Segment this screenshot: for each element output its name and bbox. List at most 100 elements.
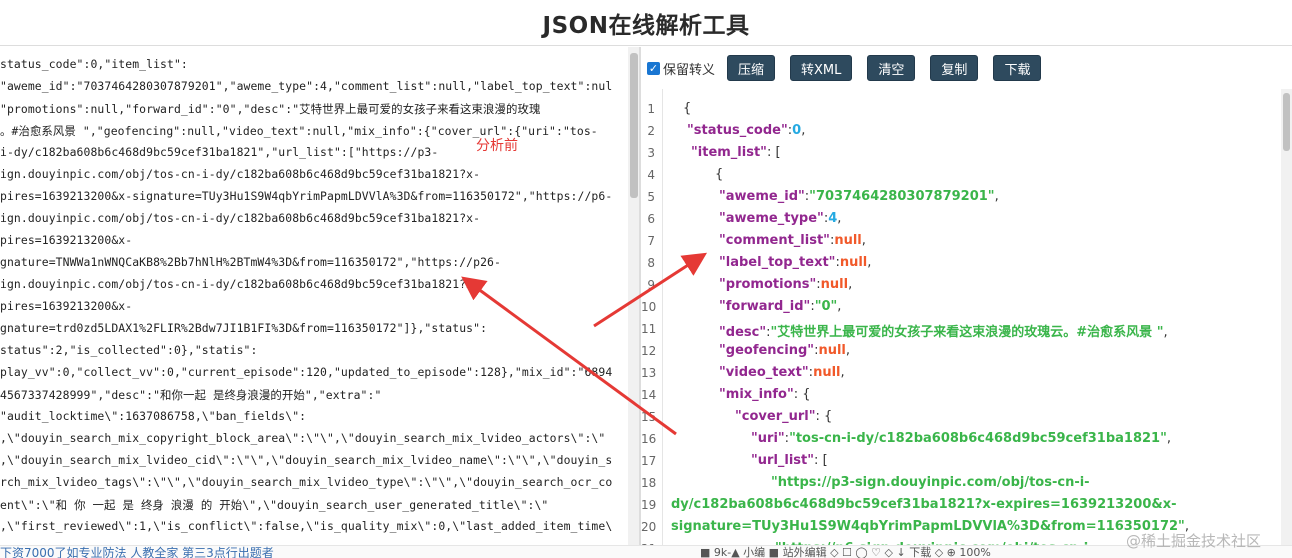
raw-line: pires=1639213200&x-signature=TUy3Hu1S9W4… (0, 189, 613, 203)
token-t: , (801, 123, 806, 138)
formatted-json-editor[interactable]: 123456789101112131415161718192021 {"stat… (641, 89, 1281, 545)
token-k: "uri" (751, 431, 785, 446)
token-n: 4 (828, 211, 838, 226)
line-number: 2 (647, 124, 655, 138)
keep-escape-checkbox[interactable]: ✓ (647, 61, 660, 75)
token-n: 0 (792, 123, 802, 138)
left-scrollbar-thumb[interactable] (630, 53, 638, 198)
code-line: dy/c182ba608b6c468d9bc59cef31ba1821?x-ex… (671, 497, 1176, 512)
raw-line: "aweme_id":"7037464280307879201","aweme_… (0, 79, 613, 93)
left-scrollbar[interactable] (628, 47, 640, 545)
compress-button[interactable]: 压缩 (727, 55, 776, 81)
token-t: [ (771, 145, 781, 160)
code-line: "video_text":null, (719, 365, 845, 380)
code-line: "item_list": [ (691, 145, 781, 160)
token-k: "cover_url" (735, 409, 816, 424)
code-line: "status_code":0, (687, 123, 805, 138)
token-t: , (848, 277, 853, 292)
line-number: 12 (641, 344, 657, 358)
token-nl: null (820, 277, 849, 292)
token-nl: null (818, 343, 846, 358)
line-number: 18 (641, 476, 657, 490)
before-annotation-label: 分析前 (476, 138, 518, 154)
token-t: , (1163, 325, 1168, 340)
clear-button[interactable]: 清空 (867, 55, 916, 81)
line-number: 13 (641, 366, 657, 380)
right-scrollbar[interactable] (1281, 89, 1292, 545)
raw-line: 4567337428999","desc":"和你一起 是终身浪漫的开始","e… (0, 388, 382, 402)
token-k: "status_code" (687, 123, 788, 138)
keep-escape-option[interactable]: ✓ 保留转义 (647, 59, 715, 78)
token-t: , (994, 189, 999, 204)
to-xml-button[interactable]: 转XML (790, 55, 853, 81)
token-t: { (819, 409, 833, 424)
raw-line: ign.douyinpic.com/obj/tos-cn-i-dy/c182ba… (0, 277, 481, 291)
code-line: "url_list": [ (751, 453, 828, 468)
raw-line: ,\"douyin_search_mix_lvideo_cid\":\"\",\… (0, 453, 613, 467)
token-t: , (1166, 431, 1171, 446)
line-number: 10 (641, 300, 657, 314)
code-line: "uri":"tos-cn-i-dy/c182ba608b6c468d9bc59… (751, 431, 1171, 446)
token-s: "tos-cn-i-dy/c182ba608b6c468d9bc59cef31b… (789, 431, 1167, 446)
code-line: "https://p3-sign.douyinpic.com/obj/tos-c… (771, 475, 1090, 490)
line-number: 3 (647, 146, 655, 160)
copy-button[interactable]: 复制 (930, 55, 979, 81)
token-t: , (837, 299, 842, 314)
line-number-gutter: 123456789101112131415161718192021 (641, 89, 663, 545)
token-nl: null (839, 255, 868, 270)
line-number: 11 (641, 322, 657, 336)
token-t: , (867, 255, 872, 270)
token-k: "comment_list" (719, 233, 830, 248)
toolbar: ✓ 保留转义 压缩 转XML 清空 复制 下载 (641, 47, 1292, 89)
raw-line: "promotions":null,"forward_id":"0","desc… (0, 102, 541, 116)
raw-line: pires=1639213200&x- (0, 299, 133, 313)
token-k: "desc" (719, 325, 767, 340)
token-s: signature=TUy3Hu1S9W4qbYrimPapmLDVVlA%3D… (671, 519, 1185, 534)
token-t: , (845, 343, 851, 358)
keep-escape-label: 保留转义 (663, 62, 716, 78)
line-number: 17 (641, 454, 657, 468)
title-bar: JSON在线解析工具 (0, 0, 1292, 46)
token-k: "aweme_id" (719, 189, 805, 204)
token-t: , (837, 211, 842, 226)
raw-line: gnature=trd0zd5LDAX1%2FLIR%2Bdw7JI1B1FI%… (0, 321, 488, 335)
code-line: "mix_info": { (719, 387, 811, 402)
raw-line: "audit_locktime\":1637086758,\"ban_field… (0, 409, 307, 423)
raw-line: pires=1639213200&x- (0, 233, 133, 247)
download-button[interactable]: 下载 (993, 55, 1042, 81)
token-k: "geofencing" (719, 343, 815, 358)
raw-json-input[interactable]: status_code":0,"item_list": "aweme_id":"7… (0, 47, 628, 545)
token-k: "forward_id" (719, 299, 811, 314)
token-s: dy/c182ba608b6c468d9bc59cef31ba1821?x-ex… (671, 497, 1177, 512)
status-left-text[interactable]: 下资7000了如专业防法 人教全家 第三3点行出题者 (0, 546, 274, 558)
raw-line: ign.douyinpic.com/obj/tos-cn-i-dy/c182ba… (0, 167, 481, 181)
raw-line: ent\":\"和 你 一起 是 终身 浪漫 的 开始\",\"douyin_s… (0, 498, 549, 512)
line-number: 7 (647, 234, 655, 248)
line-number: 15 (641, 410, 657, 424)
status-right-text: ■ 9k-▲ 小编 ■ 站外编辑 ◇ ☐ ◯ ♡ ◇ ↓ 下载 ◇ ⊕ 100% (700, 546, 991, 558)
raw-line: play_vv":0,"collect_vv":0,"current_episo… (0, 365, 613, 379)
right-scrollbar-thumb[interactable] (1283, 93, 1290, 151)
code-line: "comment_list":null, (719, 233, 866, 248)
token-t: { (798, 387, 811, 402)
line-number: 1 (647, 102, 655, 116)
code-line: "label_top_text":null, (719, 255, 871, 270)
token-s: "https://p3-sign.douyinpic.com/obj/tos-c… (771, 475, 1090, 490)
token-nl: null (834, 233, 862, 248)
token-t: , (861, 233, 866, 248)
token-k: "mix_info" (719, 387, 794, 402)
watermark: @稀土掘金技术社区 (1126, 532, 1262, 550)
token-k: "item_list" (691, 145, 767, 160)
line-number: 16 (641, 432, 657, 446)
line-number: 6 (647, 212, 655, 226)
token-s: "0" (814, 299, 838, 314)
code-line: "geofencing":null, (719, 343, 850, 358)
code-line: { (683, 101, 691, 116)
line-number: 19 (641, 498, 657, 512)
token-k: "video_text" (719, 365, 809, 380)
token-k: "promotions" (719, 277, 817, 292)
code-line: "promotions":null, (719, 277, 852, 292)
raw-line: ,\"first_reviewed\":1,\"is_conflict\":fa… (0, 519, 613, 533)
status-bar: 下资7000了如专业防法 人教全家 第三3点行出题者 ■ 9k-▲ 小编 ■ 站… (0, 545, 1292, 558)
line-number: 9 (647, 278, 655, 292)
